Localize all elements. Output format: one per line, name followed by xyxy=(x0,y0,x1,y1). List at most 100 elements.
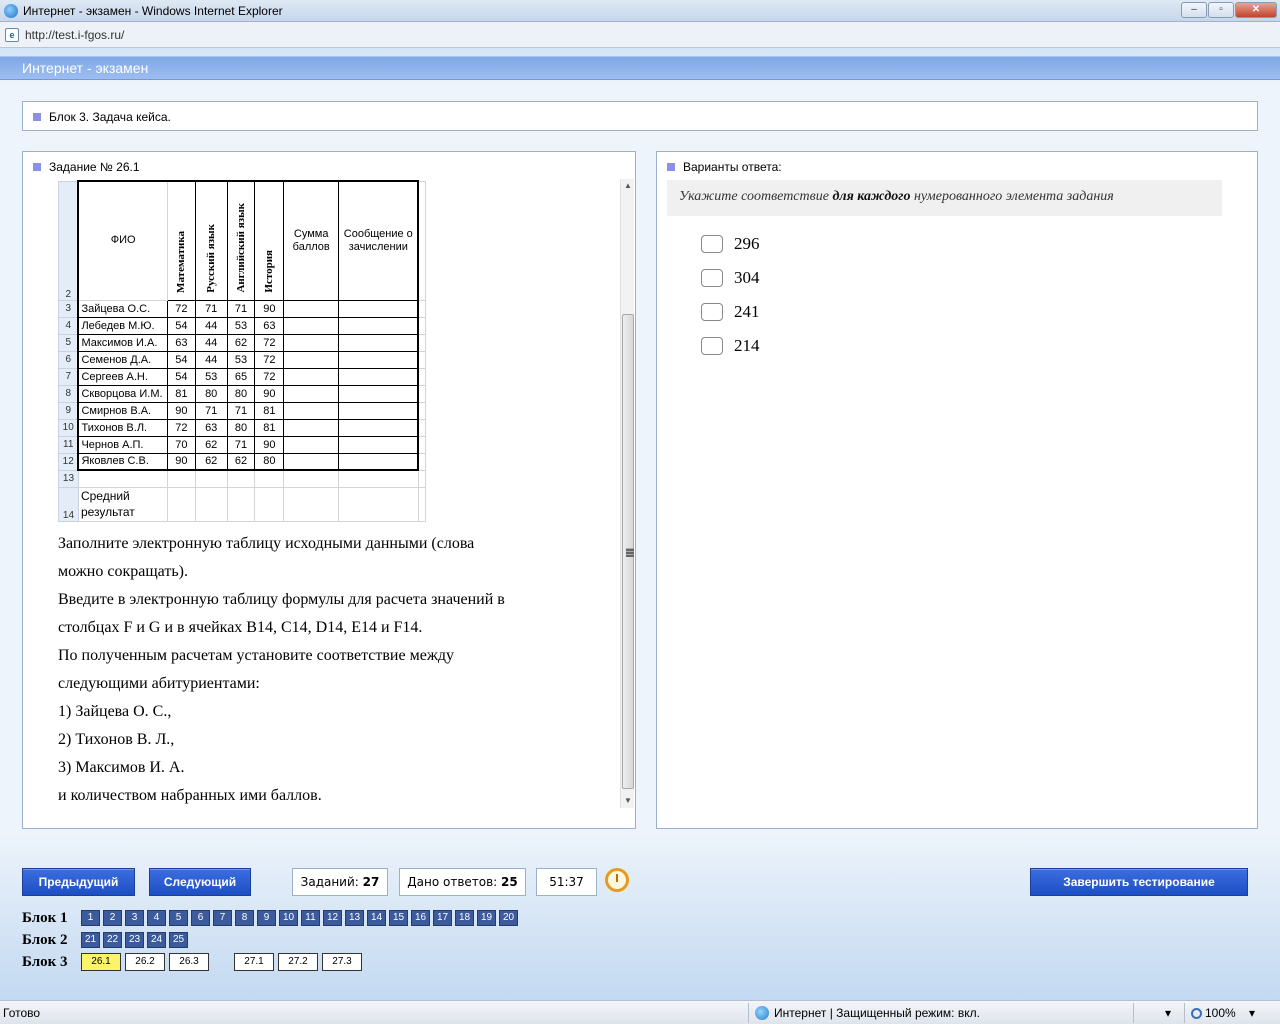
sheet-cell-score: 90 xyxy=(254,384,285,403)
status-dropdown-icon[interactable]: ▾ xyxy=(1165,1006,1171,1020)
block-1-label: Блок 1 xyxy=(22,909,68,926)
close-button[interactable]: ✕ xyxy=(1235,2,1277,18)
sheet-row: 11 Чернов А.П. 70 62 71 90 xyxy=(58,435,426,454)
sheet-cell-score: 81 xyxy=(254,401,285,420)
sheet-cell-message xyxy=(338,401,420,420)
sheet-cell-score: 54 xyxy=(166,367,196,386)
answer-checkbox[interactable] xyxy=(701,269,723,287)
sheet-cell-name: Семенов Д.А. xyxy=(77,350,168,369)
question-button[interactable]: 3 xyxy=(125,910,144,926)
question-button[interactable]: 26.2 xyxy=(125,953,165,971)
question-button[interactable]: 11 xyxy=(301,910,320,926)
sheet-cell-message xyxy=(338,367,420,386)
question-button[interactable]: 26.1 xyxy=(81,953,121,971)
question-button[interactable]: 15 xyxy=(389,910,408,926)
question-button[interactable]: 25 xyxy=(169,932,188,948)
sheet-cell-score: 71 xyxy=(226,401,256,420)
answers-title: Варианты ответа: xyxy=(683,160,782,174)
zoom-level[interactable]: 100% xyxy=(1191,1006,1236,1020)
address-url[interactable]: http://test.i-fgos.ru/ xyxy=(25,28,124,42)
maximize-button[interactable]: ▫ xyxy=(1208,2,1234,18)
question-button[interactable]: 26.3 xyxy=(169,953,209,971)
scroll-grip-icon: ▬ ▬ ▬ xyxy=(626,544,634,559)
globe-icon xyxy=(755,1006,769,1020)
question-button[interactable]: 18 xyxy=(455,910,474,926)
question-button[interactable]: 12 xyxy=(323,910,342,926)
question-button[interactable]: 6 xyxy=(191,910,210,926)
sheet-cell-sum xyxy=(283,384,340,403)
timer: 51:37 xyxy=(536,868,597,896)
question-button[interactable]: 5 xyxy=(169,910,188,926)
address-bar[interactable]: e http://test.i-fgos.ru/ xyxy=(0,22,1280,48)
question-button[interactable]: 2 xyxy=(103,910,122,926)
block-2-row: Блок 2 21 22 23 24 25 xyxy=(22,931,191,949)
sheet-cell-sum xyxy=(283,350,340,369)
question-button[interactable]: 23 xyxy=(125,932,144,948)
answer-option[interactable]: 304 xyxy=(701,268,760,288)
sheet-cell-sum xyxy=(283,316,340,335)
sheet-cell-score: 44 xyxy=(194,316,228,335)
answer-instruction: Укажите соответствие для каждого нумеров… xyxy=(667,180,1222,216)
sheet-row-number: 12 xyxy=(58,452,79,471)
question-button[interactable]: 24 xyxy=(147,932,166,948)
question-button[interactable]: 9 xyxy=(257,910,276,926)
question-button[interactable]: 21 xyxy=(81,932,100,948)
question-button[interactable]: 17 xyxy=(433,910,452,926)
answer-option-value: 241 xyxy=(734,302,760,321)
sheet-cell-score: 80 xyxy=(254,452,285,471)
scroll-up-arrow-icon[interactable]: ▲ xyxy=(621,179,635,193)
finish-test-button[interactable]: Завершить тестирование xyxy=(1030,868,1248,896)
question-button[interactable]: 10 xyxy=(279,910,298,926)
answer-checkbox[interactable] xyxy=(701,235,723,253)
sheet-cell-score: 54 xyxy=(166,350,196,369)
question-button[interactable]: 7 xyxy=(213,910,232,926)
answered-count: 25 xyxy=(501,875,518,889)
answer-option-value: 214 xyxy=(734,336,760,355)
sheet-cell-score: 80 xyxy=(194,384,228,403)
zoom-dropdown-icon[interactable]: ▾ xyxy=(1249,1006,1255,1020)
question-button[interactable]: 22 xyxy=(103,932,122,948)
question-button[interactable]: 4 xyxy=(147,910,166,926)
sheet-cell-sum xyxy=(283,452,340,471)
status-text: Готово xyxy=(3,1006,41,1020)
question-button[interactable]: 8 xyxy=(235,910,254,926)
question-button[interactable]: 1 xyxy=(81,910,100,926)
question-button[interactable]: 16 xyxy=(411,910,430,926)
sheet-cell-message xyxy=(338,316,420,335)
sheet-cell-message xyxy=(338,299,420,318)
minimize-button[interactable]: ‒ xyxy=(1181,2,1207,18)
security-zone[interactable]: Интернет | Защищенный режим: вкл. xyxy=(755,1006,980,1020)
answer-option-value: 296 xyxy=(734,234,760,253)
next-button[interactable]: Следующий xyxy=(149,868,251,896)
sheet-cell-message xyxy=(338,384,420,403)
scroll-down-arrow-icon[interactable]: ▼ xyxy=(621,794,635,808)
question-button[interactable]: 19 xyxy=(477,910,496,926)
sheet-cell-name: Чернов А.П. xyxy=(77,435,168,454)
window-controls: ‒ ▫ ✕ xyxy=(1181,2,1277,18)
sheet-cell-score: 90 xyxy=(166,401,196,420)
question-button[interactable]: 27.3 xyxy=(322,953,362,971)
sheet-cell-score: 44 xyxy=(194,350,228,369)
answer-checkbox[interactable] xyxy=(701,337,723,355)
sheet-cell-score: 63 xyxy=(194,418,228,437)
app-header-title: Интернет - экзамен xyxy=(22,60,149,76)
sheet-cell-name: Смирнов В.А. xyxy=(77,401,168,420)
previous-button[interactable]: Предыдущий xyxy=(22,868,135,896)
task-text-line: Заполните электронную таблицу исходными … xyxy=(58,535,475,552)
scroll-thumb[interactable]: ▬ ▬ ▬ xyxy=(622,314,634,789)
question-button[interactable]: 27.2 xyxy=(278,953,318,971)
answer-checkbox[interactable] xyxy=(701,303,723,321)
sheet-row: 12 Яковлев С.В. 90 62 62 80 xyxy=(58,452,426,471)
sheet-cell-sum xyxy=(283,435,340,454)
task-scrollbar[interactable]: ▲ ▬ ▬ ▬ ▼ xyxy=(620,179,634,808)
answer-option[interactable]: 241 xyxy=(701,302,760,322)
question-button[interactable]: 14 xyxy=(367,910,386,926)
question-button[interactable]: 20 xyxy=(499,910,518,926)
question-button[interactable]: 27.1 xyxy=(234,953,274,971)
answer-option[interactable]: 214 xyxy=(701,336,760,356)
question-button[interactable]: 13 xyxy=(345,910,364,926)
answer-option[interactable]: 296 xyxy=(701,234,760,254)
sheet-row-number: 8 xyxy=(58,384,79,403)
sheet-body: 3 Зайцева О.С. 72 71 71 90 4 Лебедев М.Ю. 54 44 53… xyxy=(58,299,426,522)
task-text-line: Введите в электронную таблицу формулы дл… xyxy=(58,591,505,608)
